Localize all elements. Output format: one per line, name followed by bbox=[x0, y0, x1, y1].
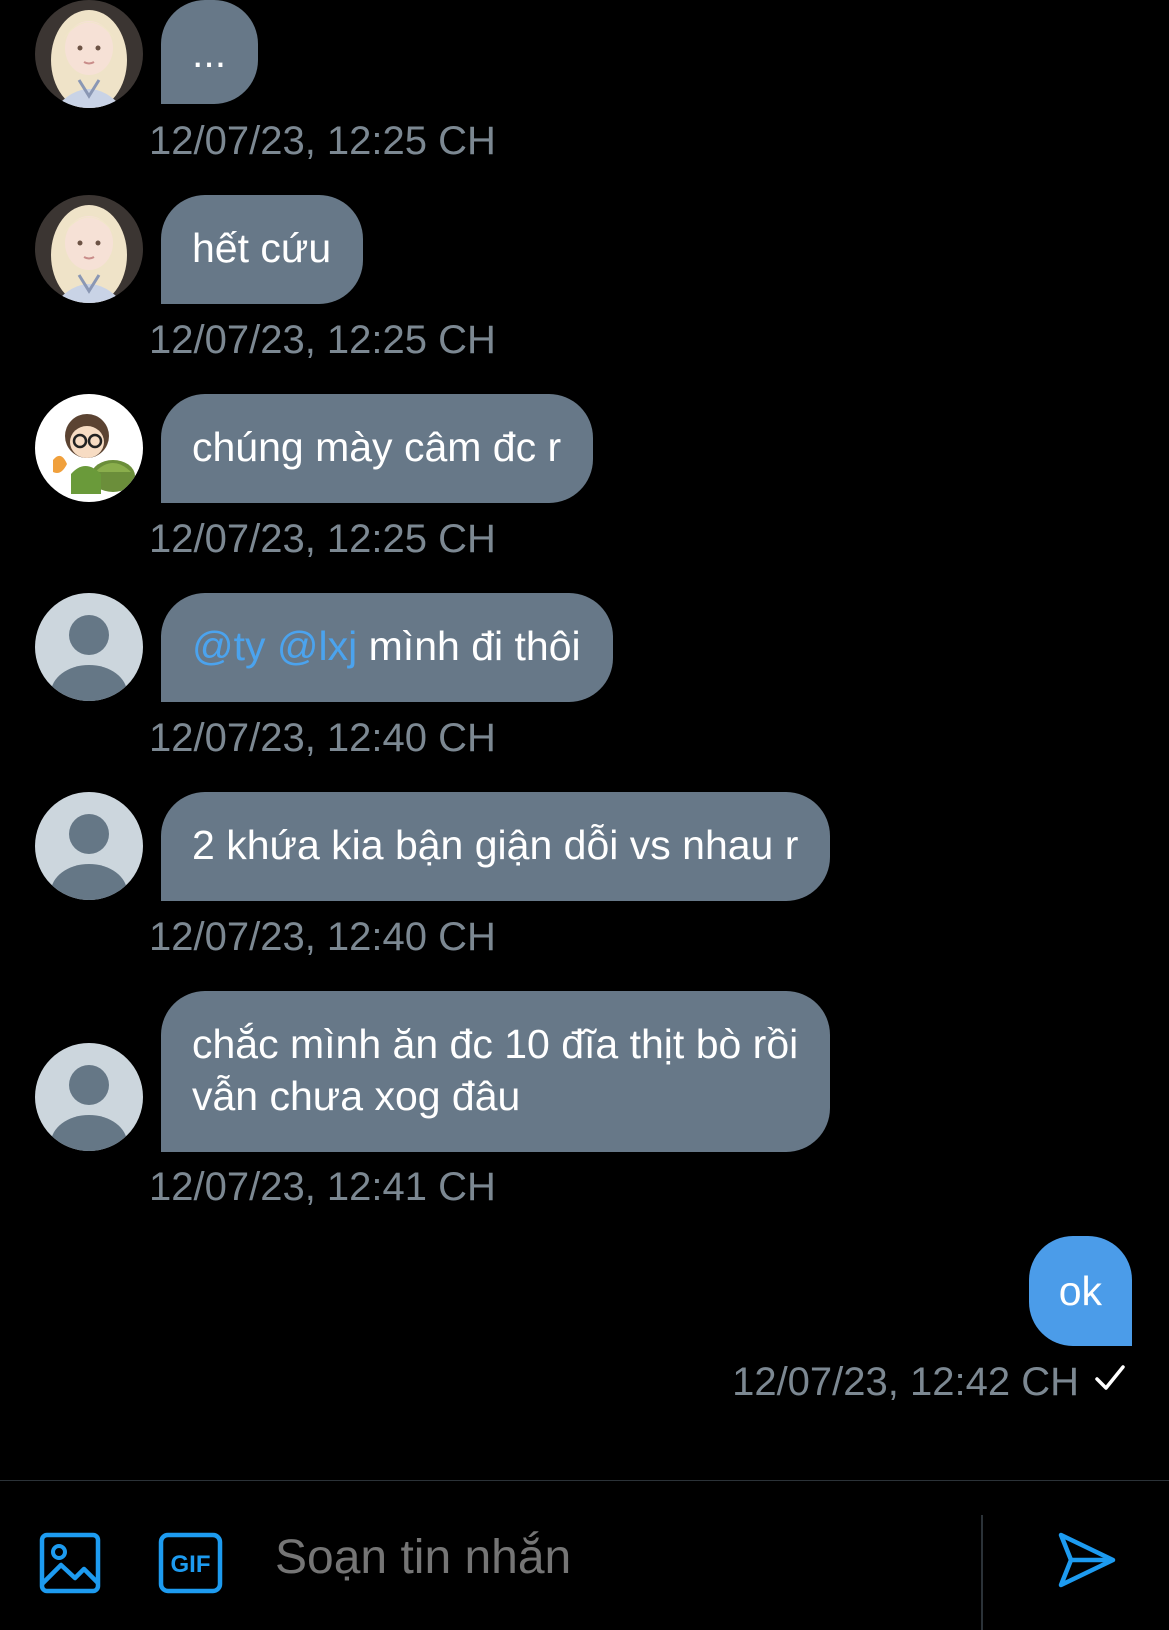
checkmark-icon bbox=[1093, 1358, 1127, 1406]
message-text: chúng mày câm đc r bbox=[192, 424, 562, 470]
message-bubble[interactable]: hết cứu bbox=[161, 195, 364, 304]
message-bubble[interactable]: chúng mày câm đc r bbox=[161, 394, 594, 503]
image-icon[interactable] bbox=[39, 1532, 101, 1599]
composer-divider bbox=[981, 1515, 983, 1630]
message-thread: ... 12/07/23, 12:25 CH hết cứu 12/07/23,… bbox=[0, 0, 1169, 1480]
mention-link[interactable]: @ty bbox=[192, 623, 266, 669]
message-text: mình đi thôi bbox=[357, 623, 581, 669]
message-text: vẫn chưa xog đâu bbox=[192, 1073, 521, 1119]
message-text: ok bbox=[1058, 1268, 1102, 1314]
message-bubble[interactable]: chắc mình ăn đc 10 đĩa thịt bò rồi vẫn c… bbox=[161, 991, 831, 1152]
message-bubble[interactable]: ... bbox=[161, 0, 259, 104]
gif-icon[interactable]: GIF bbox=[158, 1532, 223, 1599]
message-timestamp: 12/07/23, 12:42 CH bbox=[732, 1360, 1079, 1404]
default-user-avatar[interactable] bbox=[35, 1043, 143, 1151]
gif-label: GIF bbox=[171, 1551, 211, 1578]
message-text: hết cứu bbox=[192, 225, 332, 271]
message-text: chắc mình ăn đc 10 đĩa thịt bò rồi bbox=[192, 1021, 799, 1067]
outgoing-message-meta: 12/07/23, 12:42 CH bbox=[732, 1358, 1127, 1406]
message-timestamp: 12/07/23, 12:25 CH bbox=[149, 119, 496, 163]
default-user-avatar[interactable] bbox=[35, 792, 143, 900]
message-timestamp: 12/07/23, 12:40 CH bbox=[149, 716, 496, 760]
message-composer: GIF bbox=[0, 1480, 1169, 1630]
mention-link[interactable]: @lxj bbox=[277, 623, 357, 669]
message-timestamp: 12/07/23, 12:25 CH bbox=[149, 318, 496, 362]
send-icon[interactable] bbox=[1055, 1529, 1117, 1596]
message-timestamp: 12/07/23, 12:41 CH bbox=[149, 1165, 496, 1209]
message-input[interactable] bbox=[275, 1527, 965, 1589]
message-timestamp: 12/07/23, 12:25 CH bbox=[149, 517, 496, 561]
message-text: ... bbox=[192, 30, 227, 76]
cartoon-turtle-avatar[interactable] bbox=[35, 394, 143, 502]
message-text: 2 khứa kia bận giận dỗi vs nhau r bbox=[192, 822, 799, 868]
default-user-avatar[interactable] bbox=[35, 593, 143, 701]
outgoing-message-bubble[interactable]: ok bbox=[1028, 1236, 1132, 1346]
message-bubble[interactable]: 2 khứa kia bận giận dỗi vs nhau r bbox=[161, 792, 831, 901]
message-timestamp: 12/07/23, 12:40 CH bbox=[149, 915, 496, 959]
message-bubble[interactable]: @ty @lxj mình đi thôi bbox=[161, 593, 613, 702]
anime-girl-avatar[interactable] bbox=[35, 195, 143, 303]
anime-girl-avatar[interactable] bbox=[35, 0, 143, 108]
